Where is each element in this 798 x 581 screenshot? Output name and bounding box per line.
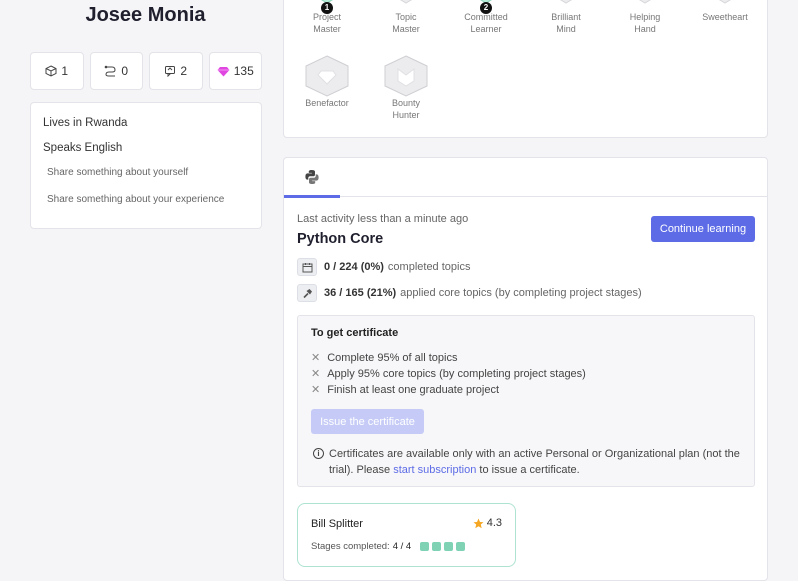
cross-icon: ✕ bbox=[311, 352, 321, 364]
stat-topics[interactable]: 1 bbox=[30, 52, 84, 90]
cross-icon: ✕ bbox=[311, 368, 321, 380]
note-text-end: to issue a certificate. bbox=[479, 464, 580, 476]
badge-label-line2: Master bbox=[313, 24, 341, 34]
topics-progress: 0 / 224 (0%) completed topics bbox=[297, 258, 470, 276]
tab-divider bbox=[284, 196, 767, 197]
badge-bounty-hunter[interactable]: Bounty Hunter bbox=[371, 55, 441, 121]
project-rating: 4.3 bbox=[473, 517, 502, 529]
project-card[interactable]: Bill Splitter 4.3 Stages completed: 4 / … bbox=[297, 503, 516, 567]
stage-dot bbox=[420, 542, 430, 551]
stat-gems-value: 135 bbox=[233, 64, 254, 78]
badge-hexagon-icon bbox=[400, 0, 412, 4]
requirement-text: Apply 95% core topics (by completing pro… bbox=[327, 367, 586, 380]
badge-label-line1: Benefactor bbox=[305, 98, 349, 108]
badge-topic-master[interactable]: Topic Master bbox=[371, 0, 441, 35]
about-card: Lives in Rwanda Speaks English Share som… bbox=[30, 102, 262, 229]
certificate-box: To get certificate ✕ Complete 95% of all… bbox=[297, 315, 755, 487]
requirement-text: Finish at least one graduate project bbox=[327, 383, 500, 396]
profile-stats: 1 0 2 135 bbox=[30, 52, 262, 90]
project-name[interactable]: Bill Splitter bbox=[311, 518, 363, 530]
about-location: Lives in Rwanda bbox=[43, 117, 128, 129]
solutions-icon bbox=[165, 66, 176, 77]
badge-label-line2: Master bbox=[392, 24, 420, 34]
last-activity: Last activity less than a minute ago bbox=[297, 213, 469, 225]
certificate-note: i Certificates are available only with a… bbox=[313, 446, 748, 478]
badge-label-line1: Brilliant bbox=[551, 12, 581, 22]
badge-label-line2: Learner bbox=[470, 24, 502, 34]
requirement-item: ✕ Complete 95% of all topics bbox=[311, 351, 458, 365]
applied-progress: 36 / 165 (21%) applied core topics (by c… bbox=[297, 284, 642, 302]
project-path-icon bbox=[105, 65, 116, 77]
requirement-text: Complete 95% of all topics bbox=[327, 351, 458, 364]
rating-value: 4.3 bbox=[486, 517, 502, 529]
applied-count: 36 / 165 (21%) bbox=[324, 287, 397, 299]
badge-level: 2 bbox=[480, 2, 492, 14]
stat-projects-value: 0 bbox=[121, 64, 129, 78]
track-title[interactable]: Python Core bbox=[297, 231, 383, 247]
stat-projects[interactable]: 0 bbox=[89, 52, 143, 90]
badge-label-line1: Helping bbox=[629, 12, 661, 22]
badge-helping-hand[interactable]: Helping Hand bbox=[610, 0, 680, 35]
profile-name: Josee Monia bbox=[85, 4, 206, 26]
stages-value: 4 / 4 bbox=[392, 541, 412, 552]
cross-icon: ✕ bbox=[311, 384, 321, 396]
certificate-title: To get certificate bbox=[311, 327, 399, 339]
badge-label-line1: Topic bbox=[395, 12, 417, 22]
track-panel: Last activity less than a minute ago Pyt… bbox=[283, 157, 768, 581]
badge-label-line2: Hand bbox=[634, 24, 656, 34]
badge-project-master[interactable]: 1 Project Master bbox=[292, 0, 362, 35]
stage-dot bbox=[432, 542, 442, 551]
hammer-icon bbox=[297, 284, 317, 302]
info-icon: i bbox=[313, 448, 324, 459]
calendar-icon bbox=[297, 258, 317, 276]
stat-gems[interactable]: 135 bbox=[208, 52, 262, 90]
stat-topics-value: 1 bbox=[61, 64, 69, 78]
badge-hexagon-icon bbox=[719, 0, 731, 4]
issue-certificate-button[interactable]: Issue the certificate bbox=[311, 409, 424, 434]
continue-learning-button[interactable]: Continue learning bbox=[651, 216, 755, 242]
stat-solutions-value: 2 bbox=[180, 64, 188, 78]
stage-dot bbox=[444, 542, 454, 551]
badge-brilliant-mind[interactable]: Brilliant Mind bbox=[531, 0, 601, 35]
badge-label-line2: Mind bbox=[556, 24, 576, 34]
stages-label: Stages completed: bbox=[311, 541, 390, 552]
bounty-hunter-icon bbox=[384, 55, 428, 97]
badge-hexagon-icon bbox=[560, 0, 572, 4]
topics-label: completed topics bbox=[387, 261, 471, 273]
project-stages: Stages completed: 4 / 4 bbox=[311, 541, 466, 552]
badges-panel: 1 Project Master Topic Master 2 Committe… bbox=[283, 0, 768, 138]
requirement-item: ✕ Apply 95% core topics (by completing p… bbox=[311, 367, 586, 381]
badge-level: 1 bbox=[321, 2, 333, 14]
stat-solutions[interactable]: 2 bbox=[149, 52, 203, 90]
topics-count: 0 / 224 (0%) bbox=[324, 261, 384, 273]
python-logo-icon bbox=[305, 169, 319, 184]
about-language: Speaks English bbox=[43, 142, 123, 154]
applied-label: applied core topics (by completing proje… bbox=[400, 287, 642, 299]
badge-label-line1: Bounty bbox=[391, 98, 421, 108]
gem-icon bbox=[217, 66, 230, 76]
badge-label-line1: Sweetheart bbox=[702, 12, 748, 22]
badge-benefactor[interactable]: Benefactor bbox=[292, 55, 362, 109]
stage-dots bbox=[420, 542, 466, 551]
badge-label-line2: Hunter bbox=[392, 110, 420, 120]
start-subscription-link[interactable]: start subscription bbox=[393, 464, 476, 476]
stage-dot bbox=[456, 542, 466, 551]
badge-committed-learner[interactable]: 2 Committed Learner bbox=[451, 0, 521, 35]
tab-python[interactable] bbox=[284, 158, 340, 198]
about-yourself-link[interactable]: Share something about yourself bbox=[47, 167, 249, 178]
requirement-item: ✕ Finish at least one graduate project bbox=[311, 383, 500, 397]
star-icon bbox=[473, 518, 484, 528]
about-experience-link[interactable]: Share something about your experience bbox=[47, 194, 249, 205]
topic-cube-icon bbox=[45, 65, 57, 77]
benefactor-icon bbox=[305, 55, 349, 97]
badge-hexagon-icon bbox=[639, 0, 651, 4]
badge-sweetheart[interactable]: Sweetheart bbox=[690, 0, 760, 23]
